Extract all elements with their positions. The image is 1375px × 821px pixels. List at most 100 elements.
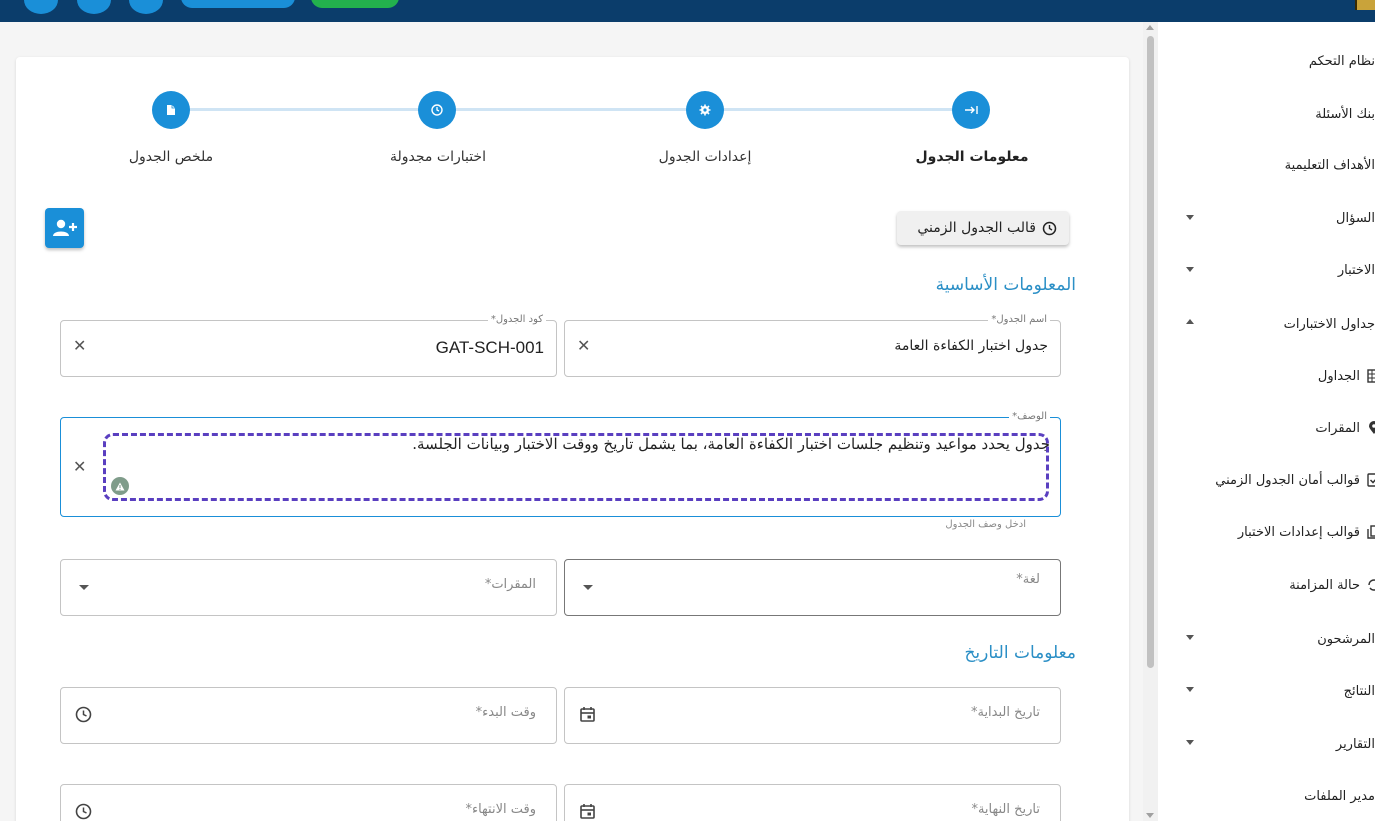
sidebar-item-reports[interactable]: التقارير — [1336, 729, 1375, 759]
clock-icon[interactable] — [75, 706, 92, 723]
chevron-down-icon[interactable] — [1186, 740, 1194, 745]
main-scrollbar[interactable] — [1143, 22, 1158, 821]
start-time-placeholder: وقت البدء* — [475, 705, 536, 720]
scroll-down-icon[interactable] — [1146, 813, 1154, 818]
sidebar-item-label: السؤال — [1336, 210, 1375, 226]
venues-select[interactable]: المقرات* — [60, 559, 557, 616]
scroll-up-icon[interactable] — [1146, 25, 1154, 30]
sidebar-item-learning-objectives[interactable]: الأهداف التعليمية — [1285, 150, 1375, 180]
topbar-logo-icon — [1355, 0, 1375, 10]
description-helper-text: ادخل وصف الجدول — [945, 519, 1026, 530]
end-date-field[interactable]: تاريخ النهاية* — [564, 784, 1061, 821]
table-icon — [1367, 369, 1375, 383]
chevron-down-icon[interactable] — [1186, 267, 1194, 272]
sidebar-item-control-system[interactable]: نظام التحكم — [1309, 46, 1375, 76]
basic-info-title: المعلومات الأساسية — [935, 275, 1076, 295]
warning-icon — [111, 477, 129, 495]
sidebar-item-question-bank[interactable]: بنك الأسئلة — [1315, 99, 1375, 129]
clear-code-icon[interactable]: ✕ — [73, 338, 86, 354]
topbar-add-button[interactable] — [77, 0, 111, 14]
step-2-label[interactable]: إعدادات الجدول — [659, 149, 752, 165]
location-pin-icon — [1369, 421, 1375, 434]
chevron-down-icon[interactable] — [1186, 687, 1194, 692]
topbar-info-button[interactable] — [129, 0, 163, 14]
scrollbar-thumb[interactable] — [1147, 36, 1154, 668]
topbar-menu-button[interactable] — [24, 0, 58, 14]
topbar-status-button[interactable] — [311, 0, 399, 8]
start-date-placeholder: تاريخ البداية* — [970, 705, 1040, 720]
sync-icon — [1368, 579, 1375, 591]
chevron-up-icon[interactable] — [1186, 319, 1194, 324]
sidebar-subitem-label: الجداول — [1317, 368, 1360, 384]
sidebar-item-exam-schedules[interactable]: جداول الاختبارات — [1284, 309, 1375, 339]
sidebar-item-label: الاختبار — [1337, 262, 1375, 278]
topbar-profile-button[interactable] — [181, 0, 295, 8]
step-3-clock-icon[interactable] — [418, 91, 456, 129]
start-date-field[interactable]: تاريخ البداية* — [564, 687, 1061, 744]
clock-icon[interactable] — [75, 803, 92, 820]
schedule-code-value: GAT-SCH-001 — [435, 338, 544, 357]
sidebar-item-question[interactable]: السؤال — [1336, 203, 1375, 233]
chevron-down-icon[interactable] — [1186, 635, 1194, 640]
sidebar-item-label: التقارير — [1335, 736, 1375, 752]
sidebar-item-label: نظام التحكم — [1308, 53, 1375, 69]
sidebar-item-label: الأهداف التعليمية — [1284, 157, 1375, 173]
calendar-icon[interactable] — [579, 706, 596, 723]
clear-name-icon[interactable]: ✕ — [577, 338, 590, 354]
clear-description-icon[interactable]: ✕ — [73, 459, 86, 475]
calendar-icon[interactable] — [579, 803, 596, 820]
template-button-label: قالب الجدول الزمني — [917, 220, 1036, 236]
clock-icon — [1042, 221, 1057, 235]
schedule-template-button[interactable]: قالب الجدول الزمني — [897, 211, 1069, 245]
sidebar-item-file-manager[interactable]: مدير الملفات — [1304, 781, 1375, 811]
sidebar-subitem-label: قوالب أمان الجدول الزمني — [1215, 472, 1360, 488]
language-select[interactable]: لغة* — [564, 559, 1061, 616]
sidebar-item-label: النتائج — [1343, 683, 1375, 699]
step-4-label[interactable]: ملخص الجدول — [129, 149, 213, 165]
step-4-document-icon[interactable] — [152, 91, 190, 129]
description-label: الوصف* — [1009, 411, 1050, 422]
sidebar-subitem-schedule-security-templates[interactable]: قوالب أمان الجدول الزمني — [1215, 465, 1375, 495]
add-user-icon — [52, 219, 77, 236]
start-time-field[interactable]: وقت البدء* — [60, 687, 557, 744]
sidebar-item-label: جداول الاختبارات — [1283, 316, 1375, 332]
copy-icon — [1367, 525, 1375, 539]
sidebar-item-candidates[interactable]: المرشحون — [1317, 624, 1375, 654]
stepper-track — [171, 108, 972, 111]
schedule-name-label: اسم الجدول* — [988, 314, 1050, 325]
chevron-down-icon — [583, 585, 593, 590]
date-info-title: معلومات التاريخ — [964, 643, 1076, 663]
language-placeholder: لغة* — [1016, 572, 1040, 587]
sidebar-item-label: مدير الملفات — [1304, 788, 1375, 804]
description-field[interactable]: الوصف* جدول يحدد مواعيد وتنظيم جلسات اخت… — [60, 411, 1061, 517]
sidebar-item-label: بنك الأسئلة — [1315, 106, 1375, 122]
sidebar-item-results[interactable]: النتائج — [1344, 676, 1375, 706]
schedule-code-field[interactable]: كود الجدول* GAT-SCH-001 ✕ — [60, 314, 557, 377]
sidebar-subitem-exam-settings-templates[interactable]: قوالب إعدادات الاختبار — [1238, 517, 1375, 547]
sidebar-subitem-schedules[interactable]: الجداول — [1318, 361, 1375, 391]
top-bar — [0, 0, 1375, 22]
schedule-code-label: كود الجدول* — [487, 314, 546, 325]
sidebar-subitem-sync-status[interactable]: حالة المزامنة — [1289, 570, 1375, 600]
schedule-name-value: جدول اختبار الكفاءة العامة — [894, 338, 1048, 354]
sidebar-item-exam[interactable]: الاختبار — [1338, 255, 1375, 285]
step-1-label[interactable]: معلومات الجدول — [915, 149, 1028, 165]
end-time-field[interactable]: وقت الانتهاء* — [60, 784, 557, 821]
step-3-label[interactable]: اختبارات مجدولة — [390, 149, 486, 165]
sidebar-subitem-label: حالة المزامنة — [1289, 577, 1360, 593]
schedule-name-field[interactable]: اسم الجدول* جدول اختبار الكفاءة العامة ✕ — [564, 314, 1061, 377]
description-value: جدول يحدد مواعيد وتنظيم جلسات اختبار الك… — [412, 435, 1050, 453]
sidebar-subitem-label: قوالب إعدادات الاختبار — [1237, 524, 1360, 540]
sidebar-subitem-venues[interactable]: المقرات — [1315, 413, 1375, 443]
sidebar-item-label: المرشحون — [1317, 631, 1375, 647]
end-time-placeholder: وقت الانتهاء* — [465, 802, 536, 817]
checkbox-icon — [1367, 473, 1375, 487]
chevron-down-icon — [79, 585, 89, 590]
venues-placeholder: المقرات* — [484, 577, 536, 592]
sidebar: نظام التحكم بنك الأسئلة الأهداف التعليمي… — [1158, 22, 1375, 821]
chevron-down-icon[interactable] — [1186, 215, 1194, 220]
end-date-placeholder: تاريخ النهاية* — [971, 802, 1040, 817]
step-2-gear-icon[interactable] — [686, 91, 724, 129]
step-1-arrow-right-to-line-icon[interactable] — [952, 91, 990, 129]
add-user-button[interactable] — [45, 208, 84, 248]
